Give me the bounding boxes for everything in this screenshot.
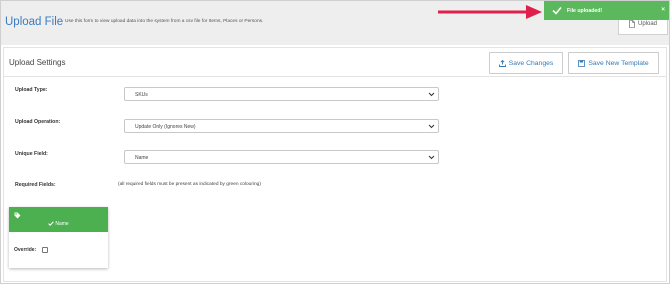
page-description: Use this form to view upload data into t… (65, 19, 264, 24)
upload-operation-value: Update Only (Ignores New) (135, 124, 196, 130)
override-checkbox[interactable] (42, 247, 48, 253)
upload-icon (498, 59, 506, 67)
upload-operation-label: Upload Operation: (15, 119, 61, 125)
upload-button-label: Upload (637, 21, 657, 27)
field-card-name: Name (9, 221, 108, 227)
chevron-down-icon (428, 124, 435, 129)
success-toast: File uploaded! × (544, 1, 669, 20)
panel-title: Upload Settings (9, 58, 66, 67)
tag-icon (14, 212, 21, 219)
required-fields-label: Required Fields: (15, 182, 56, 188)
override-label: Override: (14, 247, 37, 253)
unique-field-select[interactable]: Name (124, 150, 439, 164)
save-changes-label: Save Changes (508, 59, 554, 67)
floppy-disk-icon (578, 59, 586, 67)
chevron-down-icon (428, 155, 435, 160)
field-card: Name Override: (9, 207, 108, 268)
toast-close-icon[interactable]: × (661, 6, 665, 13)
toast-message: File uploaded! (567, 8, 603, 14)
chevron-down-icon (428, 92, 435, 97)
upload-type-select[interactable]: SKUs (124, 87, 439, 101)
save-changes-button[interactable]: Save Changes (489, 52, 563, 74)
upload-operation-select[interactable]: Update Only (Ignores New) (124, 119, 439, 133)
file-icon (629, 20, 635, 28)
red-arrow-icon (438, 5, 542, 19)
save-new-template-button[interactable]: Save New Template (568, 52, 659, 74)
page-title: Upload File (5, 16, 64, 28)
check-icon (552, 6, 562, 15)
check-icon (48, 221, 55, 227)
field-card-header[interactable]: Name (9, 207, 108, 232)
upload-type-value: SKUs (135, 92, 148, 98)
panel-divider (4, 76, 666, 77)
unique-field-label: Unique Field: (15, 151, 48, 157)
field-card-name-label: Name (55, 221, 69, 227)
upload-type-label: Upload Type: (15, 87, 48, 93)
required-fields-note: (all required fields must be present as … (118, 182, 261, 187)
save-new-template-label: Save New Template (588, 59, 649, 67)
unique-field-value: Name (135, 155, 149, 161)
